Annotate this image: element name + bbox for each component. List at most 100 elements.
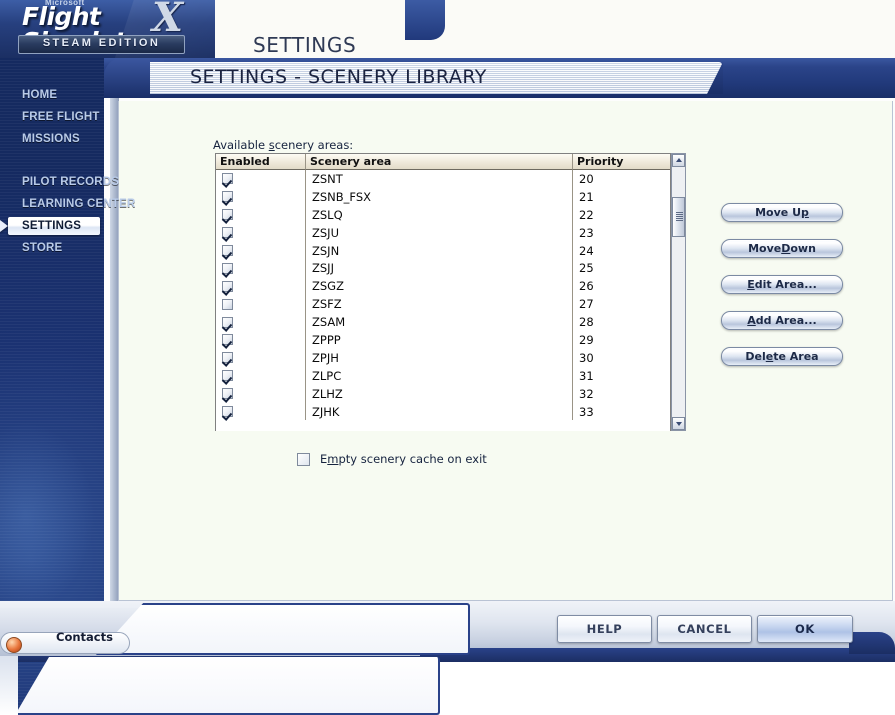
cell-enabled[interactable] <box>216 384 306 403</box>
checkbox-checked-icon[interactable] <box>222 316 233 328</box>
table-row[interactable]: ZPPP 29 <box>216 331 670 349</box>
table-row[interactable]: ZSNB_FSX 21 <box>216 187 670 206</box>
sidebar-item-home[interactable]: HOME <box>0 84 104 106</box>
add-area-button[interactable]: Add Area... <box>721 311 843 330</box>
checkbox-checked-icon[interactable] <box>222 280 233 292</box>
column-header-enabled[interactable]: Enabled <box>216 154 306 170</box>
sidebar-item-store[interactable]: STORE <box>0 237 104 259</box>
table-row[interactable]: ZSJU 23 <box>216 223 670 242</box>
button-label-accel: p <box>801 206 809 219</box>
empty-cache-checkbox[interactable] <box>297 452 310 466</box>
cell-scenery-area: ZSJU <box>306 223 573 242</box>
cell-enabled[interactable] <box>216 277 306 296</box>
cell-enabled[interactable] <box>216 402 306 421</box>
cell-enabled[interactable] <box>216 366 306 385</box>
logo-steam-edition-badge: STEAM EDITION <box>18 35 185 54</box>
checkbox-checked-icon[interactable] <box>222 191 233 203</box>
sidebar-item-pilot-records[interactable]: PILOT RECORDS <box>0 171 119 193</box>
dialog-title-plate: SETTINGS - SCENERY LIBRARY <box>150 62 723 94</box>
cell-scenery-area: ZSFZ <box>306 295 573 314</box>
cache-label-post: pty scenery cache on exit <box>338 452 487 466</box>
delete-area-button[interactable]: Del e te Area <box>721 347 843 366</box>
checkbox-checked-icon[interactable] <box>222 173 233 185</box>
table-row[interactable]: ZSFZ 27 <box>216 295 670 314</box>
cell-enabled[interactable] <box>216 313 306 332</box>
cell-scenery-area: ZSJN <box>306 241 573 260</box>
button-label-pre: Move <box>748 242 782 255</box>
sidebar-item-settings[interactable]: SETTINGS <box>0 215 104 237</box>
cell-priority: 30 <box>579 350 594 365</box>
cell-enabled[interactable] <box>216 187 306 206</box>
sidebar-item-label: FREE FLIGHT <box>22 111 100 123</box>
sidebar-item-missions[interactable]: MISSIONS <box>0 128 104 150</box>
cell-enabled[interactable] <box>216 348 306 367</box>
column-header-scenery-area[interactable]: Scenery area <box>306 154 573 170</box>
scenery-areas-table[interactable]: Enabled Scenery area Priority ZSNT 20 ZSNB… <box>215 153 671 431</box>
edit-area-button[interactable]: Edit Area... <box>721 275 843 294</box>
scrollbar-thumb[interactable] <box>672 197 685 237</box>
table-row[interactable]: ZLHZ 32 <box>216 384 670 403</box>
empty-cache-row[interactable]: Empty scenery cache on exit <box>297 452 487 466</box>
column-header-priority[interactable]: Priority <box>573 154 670 170</box>
scroll-down-icon[interactable] <box>672 417 685 430</box>
app-root: SETTINGS Microsoft Flight Simulator X ST… <box>0 0 895 715</box>
ok-button[interactable]: OK <box>757 615 853 643</box>
button-label-post: dit Area... <box>754 278 817 291</box>
table-scrollbar[interactable] <box>671 153 686 431</box>
checkbox-checked-icon[interactable] <box>222 262 233 274</box>
contacts-label[interactable]: Contacts <box>56 630 113 644</box>
cell-priority: 23 <box>579 225 594 240</box>
cell-enabled[interactable] <box>216 259 306 278</box>
cell-priority: 32 <box>579 386 594 401</box>
cell-scenery-area: ZPPP <box>306 331 573 349</box>
table-row[interactable]: ZSNT 20 <box>216 170 670 188</box>
table-row[interactable]: ZJHK 33 <box>216 402 670 421</box>
checkbox-checked-icon[interactable] <box>222 209 233 221</box>
dialog-title: SETTINGS - SCENERY LIBRARY <box>190 66 487 88</box>
cell-enabled[interactable] <box>216 223 306 242</box>
help-button[interactable]: HELP <box>557 615 652 643</box>
cell-enabled[interactable] <box>216 241 306 260</box>
table-body: ZSNT 20 ZSNB_FSX 21 ZSLQ 22 ZSJU 23 ZSJN 24 ZSJJ 25… <box>216 170 670 431</box>
checkbox-checked-icon[interactable] <box>222 406 233 418</box>
checkbox-checked-icon[interactable] <box>222 370 233 382</box>
scroll-up-icon[interactable] <box>672 154 685 167</box>
checkbox-checked-icon[interactable] <box>222 334 233 346</box>
cell-priority: 22 <box>579 207 594 222</box>
table-row[interactable]: ZSAM 28 <box>216 313 670 332</box>
cancel-button[interactable]: CANCEL <box>657 615 752 643</box>
cell-scenery-area: ZJHK <box>306 402 573 421</box>
checkbox-checked-icon[interactable] <box>222 245 233 256</box>
checkbox-checked-icon[interactable] <box>222 227 233 239</box>
table-row[interactable]: ZPJH 30 <box>216 348 670 367</box>
cell-priority: 27 <box>579 297 594 312</box>
table-row[interactable]: ZSLQ 22 <box>216 205 670 224</box>
sidebar-item-free-flight[interactable]: FREE FLIGHT <box>0 106 104 128</box>
cell-enabled[interactable] <box>216 295 306 314</box>
sidebar-item-label: LEARNING CENTER <box>22 198 136 210</box>
cell-enabled[interactable] <box>216 205 306 224</box>
move-up-button[interactable]: Move Up <box>721 203 843 222</box>
table-row[interactable]: ZSGZ 26 <box>216 277 670 296</box>
cell-enabled[interactable] <box>216 331 306 349</box>
status-indicator-icon <box>6 637 22 653</box>
cell-enabled[interactable] <box>216 170 306 188</box>
cell-priority: 28 <box>579 315 594 330</box>
sidebar-item-learning-center[interactable]: LEARNING CENTER <box>0 193 135 215</box>
cell-scenery-area: ZSLQ <box>306 205 573 224</box>
table-row[interactable]: ZSJJ 25 <box>216 259 670 278</box>
table-row[interactable]: ZSJN 24 <box>216 241 670 260</box>
checkbox-checked-icon[interactable] <box>222 388 233 400</box>
checkbox-unchecked-icon[interactable] <box>222 298 233 310</box>
table-header-row: Enabled Scenery area Priority <box>216 154 670 170</box>
move-down-button[interactable]: Move Down <box>721 239 843 258</box>
cell-priority: 21 <box>579 189 594 204</box>
button-label-accel: e <box>765 350 774 363</box>
table-row[interactable]: ZLPC 31 <box>216 366 670 385</box>
cell-priority: 31 <box>579 368 594 383</box>
footer-left-fill <box>0 656 18 715</box>
selection-arrow-icon <box>0 220 8 232</box>
checkbox-checked-icon[interactable] <box>222 352 233 364</box>
sidebar-item-label: MISSIONS <box>22 133 80 145</box>
top-strip-title: SETTINGS <box>253 33 357 57</box>
